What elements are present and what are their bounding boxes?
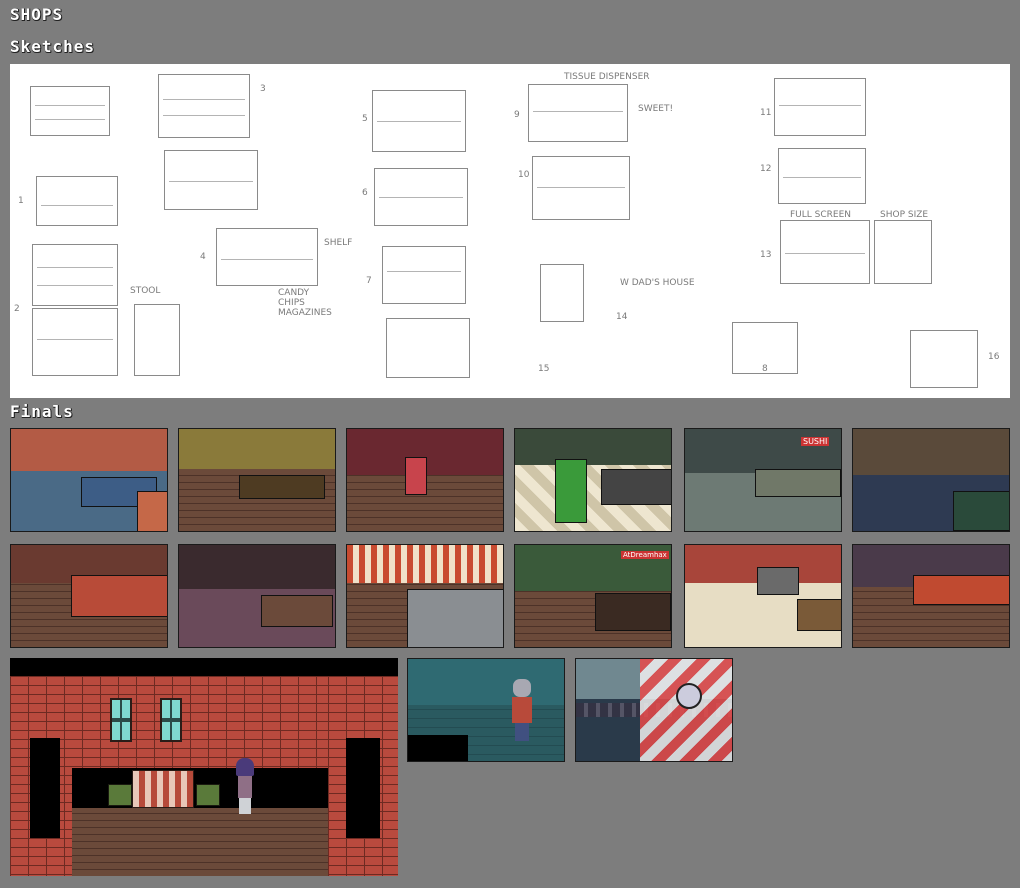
final-shop-thumbnail[interactable]: AtDreamhax [514, 544, 672, 648]
sketch-panel [32, 308, 118, 376]
sketch-note: 6 [362, 188, 368, 198]
final-shop-thumbnail[interactable] [346, 428, 504, 532]
sketch-note: FULL SCREEN [790, 210, 852, 220]
sketch-note: 12 [760, 164, 772, 174]
sketch-note: 8 [762, 364, 768, 374]
final-shop-thumbnail[interactable] [852, 544, 1010, 648]
sketch-note: 4 [200, 252, 206, 262]
window [110, 698, 132, 742]
sketch-panel [32, 244, 118, 306]
sketch-note: CANDY CHIPS MAGAZINES [278, 288, 332, 318]
sketch-note: 5 [362, 114, 368, 124]
sketch-note: SHOP SIZE [880, 210, 929, 220]
sketch-panel [372, 90, 466, 152]
final-teal-room[interactable] [407, 658, 565, 762]
sketch-note: 3 [260, 84, 266, 94]
window [160, 698, 182, 742]
final-shop-thumbnail[interactable]: SUSHI [684, 428, 842, 532]
final-shop-thumbnail[interactable] [514, 428, 672, 532]
final-shop-thumbnail[interactable] [852, 428, 1010, 532]
page-title: SHOPS [10, 5, 64, 24]
sketch-panel [528, 84, 628, 142]
sketch-panel [910, 330, 978, 388]
sketch-panel [778, 148, 866, 204]
sketch-note: 16 [988, 352, 1000, 362]
sketch-note: 14 [616, 312, 628, 322]
sketch-note: 9 [514, 110, 520, 120]
final-shop-thumbnail[interactable] [684, 544, 842, 648]
sketch-panel [540, 264, 584, 322]
sketch-panel [158, 74, 250, 138]
final-shop-thumbnail[interactable] [178, 544, 336, 648]
finals-heading: Finals [10, 402, 74, 421]
sketch-note: 2 [14, 304, 20, 314]
final-shop-thumbnail[interactable] [178, 428, 336, 532]
sketch-panel [134, 304, 180, 376]
sketch-note: 7 [366, 276, 372, 286]
sketch-panel [780, 220, 870, 284]
store-sign: AtDreamhax [621, 551, 669, 559]
sketch-panel [386, 318, 470, 378]
sketch-panel [874, 220, 932, 284]
character-sprite [234, 758, 256, 814]
sketch-note: 11 [760, 108, 772, 118]
character-sprite [510, 679, 534, 741]
sketch-panel [374, 168, 468, 226]
sketch-note: 15 [538, 364, 550, 374]
sketch-note: W DAD'S HOUSE [620, 278, 695, 288]
final-shop-thumbnail[interactable] [10, 428, 168, 532]
sketch-panel [30, 86, 110, 136]
final-shop-thumbnail[interactable] [346, 544, 504, 648]
sketch-panel [532, 156, 630, 220]
sketch-panel [36, 176, 118, 226]
final-shop-thumbnail[interactable] [10, 544, 168, 648]
sketches-heading: Sketches [10, 37, 96, 56]
sketch-note: SWEET! [638, 104, 674, 114]
sushi-sign: SUSHI [801, 437, 830, 446]
sketch-panel [164, 150, 258, 210]
sketches-sheet: 3 1 2 4 STOOL SHELF CANDY CHIPS MAGAZINE… [10, 64, 1010, 398]
sketch-note: SHELF [324, 238, 353, 248]
sketch-note: 1 [18, 196, 24, 206]
final-conveyor-room[interactable] [575, 658, 733, 762]
sketch-note: 10 [518, 170, 530, 180]
sketch-panel [382, 246, 466, 304]
sketch-note: 13 [760, 250, 772, 260]
sketch-panel [774, 78, 866, 136]
final-brick-room[interactable] [10, 658, 398, 876]
sketch-panel [216, 228, 318, 286]
sketch-note: TISSUE DISPENSER [564, 72, 650, 82]
sketch-note: STOOL [130, 286, 161, 296]
